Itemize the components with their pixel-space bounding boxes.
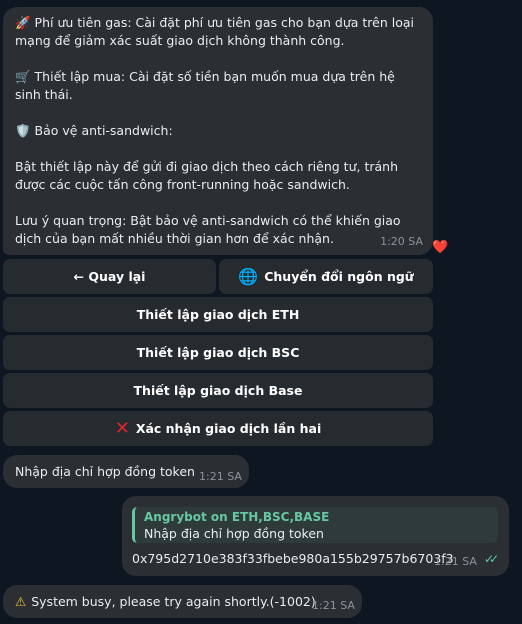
message-time: 1:21 SA bbox=[312, 599, 355, 612]
base-settings-label: Thiết lập giao dịch Base bbox=[133, 383, 303, 398]
cross-mark-icon: ✕ bbox=[114, 418, 130, 439]
prompt-message-bubble: Nhập địa chỉ hợp đồng token 1:21 SA bbox=[3, 455, 249, 488]
heart-reaction-icon[interactable]: ❤️ bbox=[432, 240, 448, 255]
back-button-label: ← Quay lại bbox=[73, 269, 146, 284]
error-text: System busy, please try again shortly.(-… bbox=[31, 594, 316, 609]
reply-quote[interactable]: Angrybot on ETH,BSC,BASE Nhập địa chỉ hợ… bbox=[132, 507, 498, 543]
reply-sender-name: Angrybot on ETH,BSC,BASE bbox=[144, 510, 330, 524]
bsc-settings-button[interactable]: Thiết lập giao dịch BSC bbox=[3, 335, 433, 370]
bsc-settings-label: Thiết lập giao dịch BSC bbox=[136, 345, 300, 360]
contract-address-text: 0x795d2710e383f33fbebe980a155b29757b6703… bbox=[132, 551, 454, 566]
double-confirm-label: Xác nhận giao dịch lần hai bbox=[135, 421, 322, 436]
globe-icon: 🌐 bbox=[238, 267, 259, 286]
bot-message-bubble: 🚀 Phí ưu tiên gas: Cài đặt phí ưu tiên g… bbox=[3, 7, 433, 255]
gas-priority-text: 🚀 Phí ưu tiên gas: Cài đặt phí ưu tiên g… bbox=[15, 15, 418, 48]
user-message-bubble: Angrybot on ETH,BSC,BASE Nhập địa chỉ hợ… bbox=[122, 496, 509, 576]
double-confirm-button[interactable]: ✕ Xác nhận giao dịch lần hai bbox=[3, 411, 433, 446]
important-note-text: Lưu ý quan trọng: Bật bảo vệ anti-sandwi… bbox=[15, 213, 405, 246]
eth-settings-button[interactable]: Thiết lập giao dịch ETH bbox=[3, 297, 433, 332]
reply-quote-text: Nhập địa chỉ hợp đồng token bbox=[144, 526, 324, 541]
message-time: 1:20 SA bbox=[380, 235, 423, 248]
eth-settings-label: Thiết lập giao dịch ETH bbox=[136, 307, 300, 322]
error-text-line: ⚠ System busy, please try again shortly.(… bbox=[15, 594, 316, 609]
base-settings-button[interactable]: Thiết lập giao dịch Base bbox=[3, 373, 433, 408]
anti-sandwich-desc: Bật thiết lập này để gửi đi giao dịch th… bbox=[15, 159, 402, 192]
back-button[interactable]: ← Quay lại bbox=[3, 259, 216, 294]
change-language-button[interactable]: 🌐 Chuyển đổi ngôn ngữ bbox=[219, 259, 433, 294]
error-message-bubble: ⚠ System busy, please try again shortly.(… bbox=[3, 585, 362, 618]
anti-sandwich-heading: 🛡️ Bảo vệ anti-sandwich: bbox=[15, 123, 173, 138]
warning-icon: ⚠ bbox=[15, 594, 27, 609]
change-language-label: Chuyển đổi ngôn ngữ bbox=[264, 269, 414, 284]
message-time: 1:21 SA bbox=[434, 555, 477, 568]
prompt-text: Nhập địa chỉ hợp đồng token bbox=[15, 464, 195, 479]
message-time: 1:21 SA bbox=[199, 470, 242, 483]
buy-setup-text: 🛒 Thiết lập mua: Cài đặt số tiền bạn muố… bbox=[15, 69, 399, 102]
double-check-icon: ✓✓ bbox=[484, 552, 499, 566]
